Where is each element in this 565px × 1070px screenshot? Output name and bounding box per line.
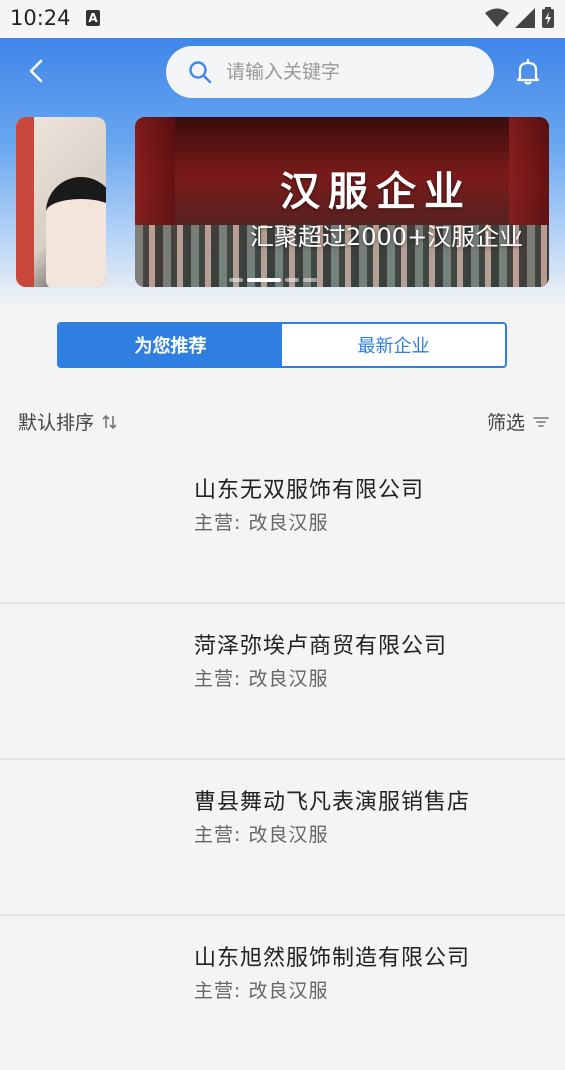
filter-icon [533,416,549,427]
carousel-dot [303,278,317,282]
company-list: 山东无双服饰有限公司 主营: 改良汉服 菏泽弥埃卢商贸有限公司 主营: 改良汉服… [0,448,565,1070]
carousel-dot [285,278,299,282]
company-list-item[interactable]: 菏泽弥埃卢商贸有限公司 主营: 改良汉服 [0,604,565,760]
tab-recommended[interactable]: 为您推荐 [59,324,282,366]
company-business: 主营: 改良汉服 [194,668,329,690]
carousel-indicator [229,278,317,282]
tab-latest[interactable]: 最新企业 [282,324,505,366]
search-bar[interactable] [166,46,494,98]
carousel-dot-active [247,278,281,282]
notification-a-icon: A [86,10,100,26]
company-business: 主营: 改良汉服 [194,512,329,534]
company-business: 主营: 改良汉服 [194,980,329,1002]
search-input[interactable] [224,60,458,84]
banner-slide-prev[interactable] [16,117,106,287]
back-arrow-icon[interactable] [24,58,50,84]
wifi-icon [485,8,509,27]
search-icon [189,61,212,84]
company-thumbnail [16,780,176,890]
banner-decoration [16,117,34,287]
status-time: 10:24 [10,6,71,30]
system-icons [485,7,555,29]
sort-icon [102,414,117,429]
sort-button[interactable]: 默认排序 [18,408,118,435]
filter-label: 筛选 [486,412,525,434]
banner-title: 汉服企业 [280,169,472,215]
battery-icon [542,7,554,28]
carousel-dot [229,278,243,282]
company-name: 山东无双服饰有限公司 [194,478,425,503]
company-name: 菏泽弥埃卢商贸有限公司 [194,634,448,659]
company-list-item[interactable]: 山东无双服饰有限公司 主营: 改良汉服 [0,448,565,604]
sort-label: 默认排序 [18,412,95,434]
filter-button[interactable]: 筛选 [487,408,549,435]
company-name: 山东旭然服饰制造有限公司 [194,946,471,971]
company-list-item[interactable]: 山东旭然服饰制造有限公司 主营: 改良汉服 [0,916,565,1070]
banner-slide-current[interactable]: 汉服企业 汇聚超过2000+汉服企业 [135,117,549,287]
signal-icon [515,8,535,28]
banner-subtitle: 汇聚超过2000+汉服企业 [250,223,524,251]
segment-tabs: 为您推荐 最新企业 [57,322,507,368]
company-thumbnail [16,936,176,1046]
company-name: 曹县舞动飞凡表演服销售店 [194,790,471,815]
status-bar: 10:24 A [0,0,565,38]
company-thumbnail [16,468,176,578]
company-list-item[interactable]: 曹县舞动飞凡表演服销售店 主营: 改良汉服 [0,760,565,916]
company-business: 主营: 改良汉服 [194,824,329,846]
bell-icon[interactable] [514,58,542,86]
company-thumbnail [16,624,176,734]
banner-portrait-image [46,177,106,287]
